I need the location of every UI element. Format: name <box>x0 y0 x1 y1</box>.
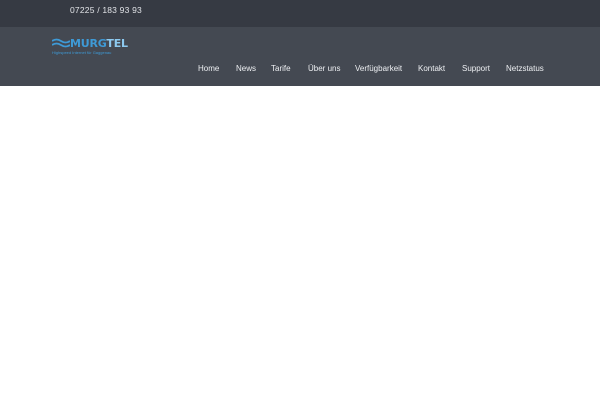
main-header: MURGTEL Highspeed Internet für Gaggenau … <box>0 27 600 86</box>
logo-tagline: Highspeed Internet für Gaggenau <box>52 50 112 55</box>
nav-item-home[interactable]: Home <box>198 64 219 74</box>
logo-wordmark-dark: MURG <box>70 37 107 50</box>
nav-item-ueber-uns[interactable]: Über uns <box>308 64 340 74</box>
nav-item-netzstatus[interactable]: Netzstatus <box>506 64 544 74</box>
wave-logo-icon <box>52 38 70 48</box>
logo-wordmark: MURGTEL <box>70 37 128 50</box>
top-bar: 07225 / 183 93 93 <box>0 0 600 27</box>
logo-wordmark-light: TEL <box>106 37 128 50</box>
nav-item-news[interactable]: News <box>236 64 256 74</box>
phone-number[interactable]: 07225 / 183 93 93 <box>70 5 142 16</box>
site-logo[interactable]: MURGTEL Highspeed Internet für Gaggenau <box>52 37 128 59</box>
nav-item-kontakt[interactable]: Kontakt <box>418 64 445 74</box>
nav-item-support[interactable]: Support <box>462 64 490 74</box>
page-content <box>0 86 600 400</box>
nav-item-tarife[interactable]: Tarife <box>271 64 291 74</box>
nav-item-verfuegbarkeit[interactable]: Verfügbarkeit <box>355 64 402 74</box>
